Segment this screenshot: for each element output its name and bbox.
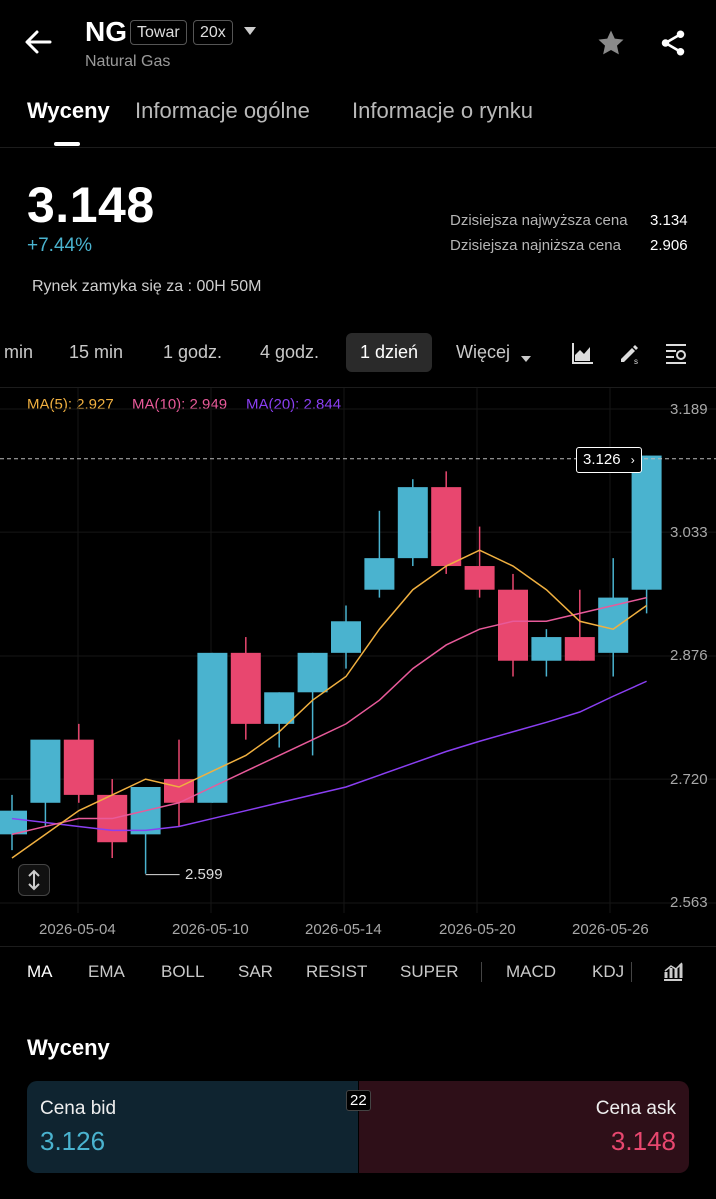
candle-up: [631, 455, 662, 590]
spread-badge: 22: [346, 1090, 371, 1111]
indicator-kdj[interactable]: KDJ: [592, 962, 624, 982]
tab-market-info[interactable]: Informacje o rynku: [352, 98, 533, 124]
candle-up: [364, 558, 395, 590]
favorite-star-icon[interactable]: [596, 28, 626, 58]
candle-up: [397, 487, 428, 559]
indicator-boll[interactable]: BOLL: [161, 962, 204, 982]
market-close-countdown: Rynek zamyka się za : 00H 50M: [32, 278, 262, 295]
ask-label: Cena ask: [595, 1098, 676, 1119]
y-tick-label: 2.720: [670, 771, 708, 788]
candle-up: [0, 810, 27, 835]
current-price-value: 3.126: [583, 451, 621, 468]
more-dropdown-icon[interactable]: [521, 350, 531, 368]
divider: [0, 946, 716, 947]
symbol-title[interactable]: NG: [85, 16, 127, 48]
x-tick-label: 2026-05-26: [572, 921, 649, 938]
bid-value: 3.126: [40, 1126, 106, 1156]
tab-general-info[interactable]: Informacje ogólne: [135, 98, 310, 124]
current-price-tag[interactable]: 3.126 ›: [576, 447, 642, 473]
indicator-sar[interactable]: SAR: [238, 962, 273, 982]
active-tab-indicator: [54, 142, 80, 146]
candle-down: [464, 566, 495, 590]
candle-down: [498, 589, 528, 661]
y-tick-label: 2.876: [670, 647, 708, 664]
y-tick-label: 2.563: [670, 894, 708, 911]
drawing-tools-icon[interactable]: s: [617, 341, 643, 367]
bid-label: Cena bid: [40, 1098, 117, 1119]
indicator-resist[interactable]: RESIST: [306, 962, 367, 982]
high-label: Dzisiejsza najwyższa cena: [450, 212, 628, 229]
candle-up: [331, 621, 361, 653]
back-arrow-icon[interactable]: [22, 26, 62, 62]
indicator-macd[interactable]: MACD: [506, 962, 556, 982]
low-label: Dzisiejsza najniższa cena: [450, 237, 621, 254]
timeframe-15min[interactable]: 15 min: [69, 342, 123, 363]
indicator-settings-icon[interactable]: [662, 960, 684, 987]
indicator-super[interactable]: SUPER: [400, 962, 459, 982]
candle-down: [63, 739, 94, 795]
divider: [481, 962, 482, 982]
divider: [0, 147, 716, 148]
chart-type-icon[interactable]: [571, 341, 597, 367]
timeframe-min[interactable]: min: [4, 342, 33, 363]
candle-up: [30, 739, 61, 803]
candle-up: [297, 652, 328, 693]
timeframe-1d[interactable]: 1 dzień: [346, 333, 433, 372]
low-value: 2.906: [650, 237, 688, 254]
timeframe-4h[interactable]: 4 godz.: [260, 342, 319, 363]
tab-quotes[interactable]: Wyceny: [27, 98, 110, 124]
candle-down: [230, 652, 261, 724]
symbol-subtitle: Natural Gas: [85, 53, 171, 70]
x-tick-label: 2026-05-04: [39, 921, 116, 938]
svg-text:s: s: [634, 357, 638, 365]
candle-up: [197, 652, 228, 803]
min-price-label: 2.599: [185, 866, 223, 883]
candle-up: [264, 692, 295, 724]
y-tick-label: 3.189: [670, 401, 708, 418]
candle-down: [564, 637, 595, 661]
timeframe-more[interactable]: Więcej: [456, 342, 510, 363]
chevron-right-icon: ›: [630, 453, 635, 467]
y-tick-label: 3.033: [670, 524, 708, 541]
type-badge: Towar: [130, 20, 187, 45]
x-tick-label: 2026-05-14: [305, 921, 382, 938]
leverage-badge: 20x: [193, 20, 233, 45]
quotes-section-title: Wyceny: [27, 1035, 110, 1060]
vertical-scale-icon[interactable]: [18, 864, 50, 896]
divider: [631, 962, 632, 982]
x-tick-label: 2026-05-10: [172, 921, 249, 938]
ask-value: 3.148: [610, 1126, 676, 1156]
symbol-dropdown-icon[interactable]: [243, 24, 257, 42]
indicator-ema[interactable]: EMA: [88, 962, 125, 982]
price-change: +7.44%: [27, 235, 92, 256]
high-value: 3.134: [650, 212, 688, 229]
candle-up: [531, 637, 562, 661]
timeframe-1h[interactable]: 1 godz.: [163, 342, 222, 363]
x-tick-label: 2026-05-20: [439, 921, 516, 938]
candle-down: [431, 487, 462, 567]
indicator-ma[interactable]: MA: [27, 962, 53, 982]
last-price: 3.148: [27, 177, 155, 233]
chart-settings-icon[interactable]: [664, 341, 690, 367]
share-icon[interactable]: [658, 28, 688, 58]
